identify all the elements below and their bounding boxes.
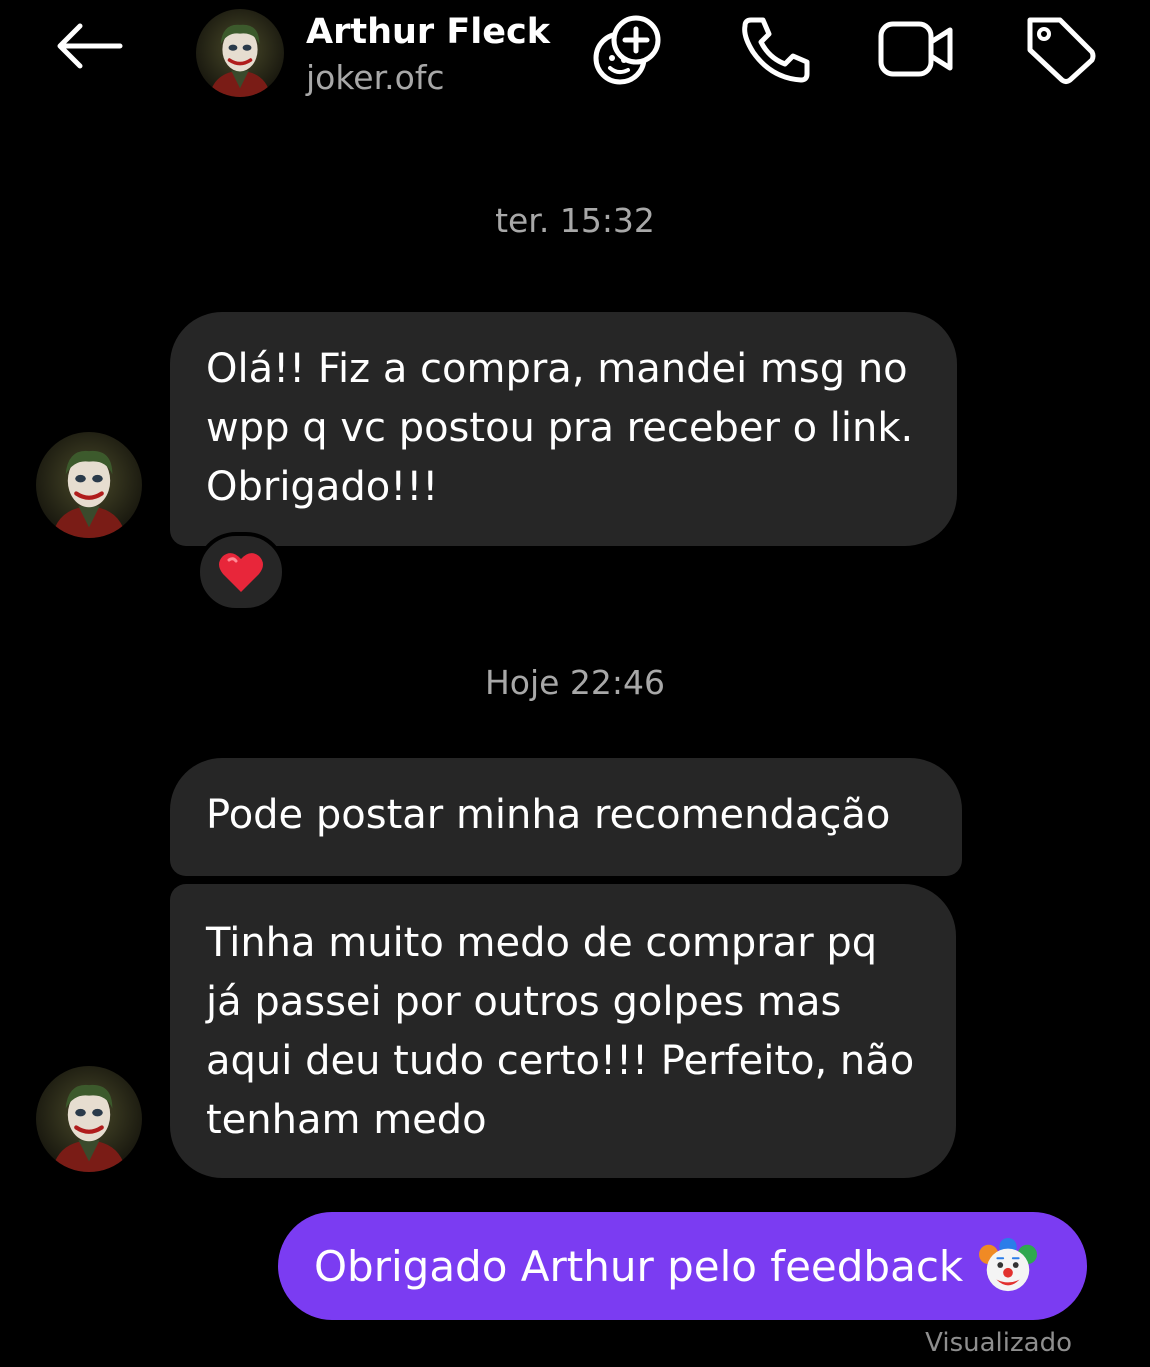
heart-icon <box>219 553 263 592</box>
tag-icon <box>1027 17 1096 84</box>
message-bubble-incoming[interactable]: Tinha muito medo de comprar pq já passei… <box>170 884 956 1178</box>
message-bubble-outgoing[interactable]: Obrigado Arthur pelo feedback <box>278 1212 1087 1320</box>
contact-avatar-small[interactable] <box>36 1066 142 1172</box>
tag-button[interactable] <box>1020 10 1100 86</box>
reaction-badge[interactable] <box>196 532 286 612</box>
timestamp: Hoje 22:46 <box>484 663 666 702</box>
video-camera-icon <box>878 21 953 77</box>
contact-avatar-small[interactable] <box>36 432 142 538</box>
timestamp: ter. 15:32 <box>495 201 655 240</box>
back-button[interactable] <box>50 18 130 74</box>
clown-face-icon <box>979 1237 1038 1292</box>
add-sticker-button[interactable] <box>590 10 670 86</box>
phone-icon <box>742 17 810 83</box>
voice-call-button[interactable] <box>735 10 815 86</box>
contact-name[interactable]: Arthur Fleck <box>306 10 550 54</box>
seen-status: Visualizado <box>925 1328 1072 1358</box>
contact-username[interactable]: joker.ofc <box>306 58 445 98</box>
message-text: Obrigado Arthur pelo feedback <box>314 1241 964 1291</box>
back-arrow-icon <box>57 23 123 69</box>
contact-avatar[interactable] <box>196 9 284 97</box>
message-bubble-incoming[interactable]: Olá!! Fiz a compra, mandei msg no wpp q … <box>170 312 957 546</box>
add-sticker-icon <box>593 15 661 85</box>
message-bubble-incoming[interactable]: Pode postar minha recomendação <box>170 758 962 876</box>
video-call-button[interactable] <box>876 10 956 86</box>
